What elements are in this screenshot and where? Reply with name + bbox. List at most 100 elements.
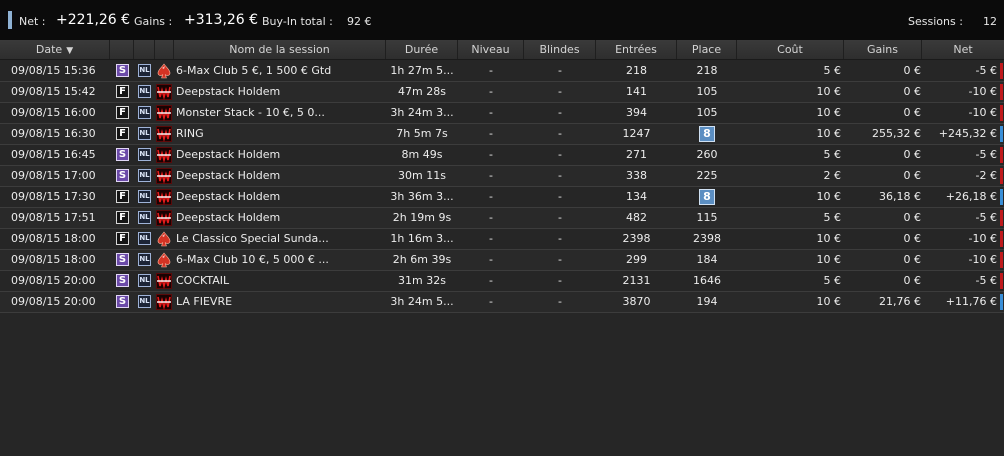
column-header-date[interactable]: Date ▼ (0, 40, 110, 59)
session-name-cell: RING (176, 127, 204, 140)
table-row[interactable]: 09/08/15 15:36 S NL 6-Max Club 5 €, 1 500 €… (0, 61, 1004, 82)
column-header-cost[interactable]: Coût (737, 40, 844, 59)
duration-cell: 3h 24m 3... (390, 106, 454, 119)
column-header-duration[interactable]: Durée (386, 40, 458, 59)
winamax-room-icon (156, 105, 172, 121)
table-row[interactable]: 09/08/15 17:51 F NL Deepstack Holdem 2h 19m … (0, 208, 1004, 229)
column-header-gains[interactable]: Gains (844, 40, 922, 59)
cost-cell: 5 € (823, 148, 842, 161)
winamax-room-icon (156, 273, 172, 289)
entries-cell: 3870 (622, 295, 651, 308)
table-row[interactable]: 09/08/15 17:30 F NL Deepstack Holdem 3h 36m … (0, 187, 1004, 208)
winamax-room-icon (156, 189, 172, 205)
place-value: 218 (696, 64, 718, 77)
negative-result-marker (1000, 231, 1003, 247)
column-header-game-type[interactable] (134, 40, 155, 59)
cost-cell: 5 € (823, 211, 842, 224)
session-name-cell: LA FIEVRE (176, 295, 233, 308)
column-header-blinds[interactable]: Blindes (524, 40, 596, 59)
net-cell: +245,32 € (938, 127, 997, 140)
table-row[interactable]: 09/08/15 15:42 F NL Deepstack Holdem 47m 28s… (0, 82, 1004, 103)
cost-cell: 2 € (823, 169, 842, 182)
column-header-session-name[interactable]: Nom de la session (174, 40, 386, 59)
session-name-cell: COCKTAIL (176, 274, 230, 287)
place-cell: 194 (677, 292, 737, 312)
entries-cell: 394 (626, 106, 647, 119)
cost-cell: 10 € (816, 127, 842, 140)
table-row[interactable]: 09/08/15 16:30 F NL RING 7h 5m 7s - - 1247 8 10 €… (0, 124, 1004, 145)
gains-cell: 0 € (903, 211, 922, 224)
entries-cell: 271 (626, 148, 647, 161)
date-cell: 09/08/15 16:30 (11, 127, 96, 140)
negative-result-marker (1000, 210, 1003, 226)
duration-cell: 31m 32s (398, 274, 446, 287)
place-cell: 105 (677, 82, 737, 102)
table-row[interactable]: 09/08/15 16:45 S NL Deepstack Holdem 8m 49s -… (0, 145, 1004, 166)
date-cell: 09/08/15 17:51 (11, 211, 96, 224)
winamax-room-icon (156, 168, 172, 184)
place-cell: 105 (677, 103, 737, 123)
place-value: 225 (696, 169, 718, 182)
nl-game-icon: NL (138, 274, 151, 287)
entries-cell: 2398 (622, 232, 651, 245)
table-row[interactable]: 09/08/15 16:00 F NL Monster Stack - 10 €, 5… (0, 103, 1004, 124)
gains-cell: 0 € (903, 253, 922, 266)
place-highlight-badge: 8 (699, 126, 715, 142)
column-header-place[interactable]: Place (677, 40, 737, 59)
column-header-entries[interactable]: Entrées (596, 40, 677, 59)
table-row[interactable]: 09/08/15 18:00 S NL 6-Max Club 10 €, 5 000 … (0, 250, 1004, 271)
column-header-room[interactable] (155, 40, 174, 59)
positive-result-marker (1000, 126, 1003, 142)
nl-game-icon: NL (138, 148, 151, 161)
column-header-date-label: Date (35, 43, 63, 56)
place-value: 184 (696, 253, 718, 266)
spade-room-icon (156, 63, 172, 79)
summary-bar: Net : +221,26 € Gains : +313,26 € Buy-In… (0, 0, 1004, 40)
negative-result-marker (1000, 168, 1003, 184)
gains-cell: 36,18 € (879, 190, 921, 203)
blinds-cell: - (558, 211, 562, 224)
gains-value: +313,26 € (184, 12, 259, 28)
cost-cell: 10 € (816, 232, 842, 245)
gains-label: Gains : (134, 15, 173, 28)
gains-cell: 0 € (903, 274, 922, 287)
cost-cell: 10 € (816, 190, 842, 203)
net-cell: -5 € (975, 148, 997, 161)
winamax-room-icon (156, 147, 172, 163)
place-cell: 115 (677, 208, 737, 228)
net-cell: -5 € (975, 274, 997, 287)
gains-cell: 0 € (903, 148, 922, 161)
column-header-speed[interactable] (110, 40, 134, 59)
level-cell: - (489, 106, 493, 119)
speed-badge-s-icon: S (116, 274, 129, 287)
place-cell: 8 (677, 124, 737, 144)
table-row[interactable]: 09/08/15 20:00 S NL COCKTAIL 31m 32s - - 2131 16… (0, 271, 1004, 292)
speed-badge-s-icon: S (116, 253, 129, 266)
speed-badge-s-icon: S (116, 169, 129, 182)
level-cell: - (489, 85, 493, 98)
level-cell: - (489, 274, 493, 287)
gains-cell: 0 € (903, 169, 922, 182)
table-row[interactable]: 09/08/15 18:00 F NL Le Classico Special Sun… (0, 229, 1004, 250)
gains-cell: 255,32 € (872, 127, 921, 140)
winamax-room-icon (156, 210, 172, 226)
speed-badge-f-icon: F (116, 211, 129, 224)
column-header-net[interactable]: Net (922, 40, 1004, 59)
spade-room-icon (156, 252, 172, 268)
speed-badge-f-icon: F (116, 190, 129, 203)
duration-cell: 30m 11s (398, 169, 446, 182)
nl-game-icon: NL (138, 232, 151, 245)
place-value: 260 (696, 148, 718, 161)
nl-game-icon: NL (138, 253, 151, 266)
duration-cell: 3h 36m 3... (390, 190, 454, 203)
column-header-level[interactable]: Niveau (458, 40, 524, 59)
nl-game-icon: NL (138, 106, 151, 119)
level-cell: - (489, 253, 493, 266)
nl-game-icon: NL (138, 127, 151, 140)
table-row[interactable]: 09/08/15 17:00 S NL Deepstack Holdem 30m 11s… (0, 166, 1004, 187)
table-row[interactable]: 09/08/15 20:00 S NL LA FIEVRE 3h 24m 5... - - 3… (0, 292, 1004, 313)
gains-cell: 0 € (903, 232, 922, 245)
date-cell: 09/08/15 17:00 (11, 169, 96, 182)
session-name-cell: Deepstack Holdem (176, 190, 281, 203)
entries-cell: 482 (626, 211, 647, 224)
